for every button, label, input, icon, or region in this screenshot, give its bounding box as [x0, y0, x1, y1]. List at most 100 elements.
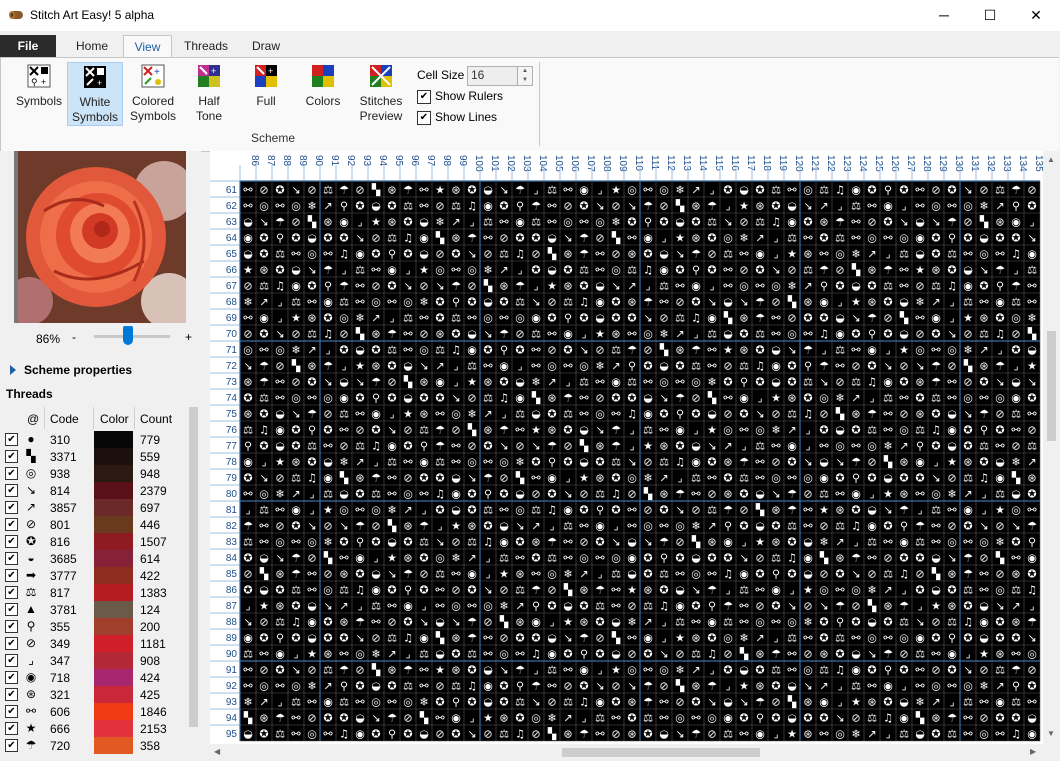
thread-checkbox[interactable]: ✔	[5, 467, 18, 480]
thread-checkbox[interactable]: ✔	[5, 620, 18, 633]
thread-row[interactable]: ✔ ⚖ 817 1383	[0, 584, 186, 601]
scheme-properties-toggle[interactable]: Scheme properties	[24, 363, 132, 377]
thread-checkbox[interactable]: ✔	[5, 484, 18, 497]
stitch-symbol: ⊛	[803, 728, 812, 741]
stitch-symbol: ↘	[707, 296, 716, 309]
show-lines-checkbox[interactable]: ✔	[417, 111, 431, 125]
threads-scrollbar-thumb[interactable]	[189, 407, 198, 727]
stitch-symbol: ⚯	[259, 648, 269, 661]
stitch-symbol: ◎	[771, 472, 781, 485]
scroll-down-arrow[interactable]: ▼	[1047, 729, 1055, 738]
thread-row[interactable]: ✔ ◒ 3685 614	[0, 550, 186, 567]
scroll-left-arrow[interactable]: ◀	[214, 747, 220, 756]
maximize-button[interactable]: ☐	[967, 0, 1013, 31]
stitch-symbol: ⚖	[659, 456, 669, 469]
grid-vertical-scrollbar[interactable]: ▲ ▼	[1043, 151, 1060, 744]
thread-row[interactable]: ✔ ● 310 779	[0, 431, 186, 448]
thread-checkbox[interactable]: ✔	[5, 433, 18, 446]
thread-row[interactable]: ✔ ▲ 3781 124	[0, 601, 186, 618]
col-code-header[interactable]: Code	[50, 412, 79, 426]
thread-checkbox[interactable]: ✔	[5, 586, 18, 599]
thread-checkbox[interactable]: ✔	[5, 671, 18, 684]
stitch-symbol: ⊘	[675, 536, 684, 549]
thread-row[interactable]: ✔ ⊘ 349 1181	[0, 635, 186, 652]
pattern-grid-canvas[interactable]: 86 87 88 89 90 91 92 93 94 95 96 97 98 99 100 101 102 103…	[210, 151, 1043, 744]
stitch-symbol: ◒	[787, 200, 797, 213]
zoom-in-button[interactable]: +	[185, 330, 192, 344]
thread-row[interactable]: ✔ ⚯ 606 1846	[0, 703, 186, 720]
stitch-symbol: ◉	[739, 392, 749, 405]
stitch-symbol: ♫	[291, 616, 301, 629]
tab-threads[interactable]: Threads	[176, 35, 236, 57]
thread-checkbox[interactable]: ✔	[5, 518, 18, 531]
thread-row[interactable]: ✔ ⌟ 347 908	[0, 652, 186, 669]
thread-row[interactable]: ✔ ⊛ 321 425	[0, 686, 186, 703]
half-tone-button[interactable]: + Half Tone	[183, 62, 235, 124]
thread-row[interactable]: ✔ ↘ 814 2379	[0, 482, 186, 499]
scroll-up-arrow[interactable]: ▲	[1047, 155, 1055, 164]
col-color-header[interactable]: Color	[100, 412, 129, 426]
thread-checkbox[interactable]: ✔	[5, 705, 18, 718]
threads-scrollbar[interactable]	[186, 407, 201, 761]
thread-row[interactable]: ✔ ✪ 816 1507	[0, 533, 186, 550]
thread-row[interactable]: ✔ ☂ 720 358	[0, 737, 186, 754]
grid-vertical-scrollbar-thumb[interactable]	[1047, 331, 1056, 441]
scroll-right-arrow[interactable]: ▶	[1030, 747, 1036, 756]
thread-checkbox[interactable]: ✔	[5, 722, 18, 735]
thread-checkbox[interactable]: ✔	[5, 552, 18, 565]
minimize-button[interactable]: ─	[921, 0, 967, 31]
tab-draw[interactable]: Draw	[242, 35, 290, 57]
stitch-symbol: ✪	[435, 392, 444, 405]
thread-checkbox[interactable]: ✔	[5, 688, 18, 701]
close-button[interactable]: ✕	[1013, 0, 1059, 31]
thread-row[interactable]: ✔ ▚ 3371 559	[0, 448, 186, 465]
stitch-symbol: ↘	[259, 216, 268, 229]
zoom-out-button[interactable]: -	[72, 330, 76, 344]
stitch-symbol: ✪	[515, 536, 524, 549]
show-rulers-checkbox[interactable]: ✔	[417, 90, 431, 104]
full-button[interactable]: + Full	[241, 62, 291, 124]
white-symbols-button[interactable]: + White Symbols	[67, 62, 123, 126]
expand-triangle-icon[interactable]	[10, 365, 16, 375]
col-count-header[interactable]: Count	[140, 412, 172, 426]
stitch-symbol: ★	[707, 424, 717, 437]
stitches-preview-button[interactable]: Stitches Preview	[353, 62, 409, 124]
thread-row[interactable]: ✔ ⚲ 355 200	[0, 618, 186, 635]
thread-code: 606	[50, 705, 71, 719]
thread-row[interactable]: ✔ ◎ 938 948	[0, 465, 186, 482]
thread-checkbox[interactable]: ✔	[5, 450, 18, 463]
thread-row[interactable]: ✔ ➡ 3777 422	[0, 567, 186, 584]
thread-row[interactable]: ✔ ◉ 718 424	[0, 669, 186, 686]
thread-checkbox[interactable]: ✔	[5, 654, 18, 667]
stitch-symbol: ⚖	[419, 424, 429, 437]
stitch-symbol: ↘	[835, 456, 844, 469]
thread-checkbox[interactable]: ✔	[5, 535, 18, 548]
thread-checkbox[interactable]: ✔	[5, 603, 18, 616]
grid-horizontal-scrollbar-thumb[interactable]	[562, 748, 760, 757]
cell-size-spinner[interactable]: ▲ ▼	[517, 66, 533, 86]
colored-symbols-button[interactable]: + Colored Symbols	[125, 62, 181, 124]
zoom-slider-thumb[interactable]	[123, 326, 134, 345]
stitch-symbol: ▚	[371, 663, 381, 677]
thread-checkbox[interactable]: ✔	[5, 569, 18, 582]
stitch-symbol: ⚯	[995, 248, 1005, 261]
col-symbol-header[interactable]: @	[27, 412, 39, 426]
colors-button[interactable]: Colors	[299, 62, 347, 124]
stitch-symbol: ⚯	[979, 568, 989, 581]
thread-row[interactable]: ✔ ⊘ 801 446	[0, 516, 186, 533]
thread-checkbox[interactable]: ✔	[5, 501, 18, 514]
pattern-grid[interactable]: 86 87 88 89 90 91 92 93 94 95 96 97 98 99 100 101 102 103…	[210, 151, 1043, 744]
grid-horizontal-scrollbar[interactable]: ◀ ▶	[210, 744, 1043, 761]
thread-row[interactable]: ✔ ★ 666 2153	[0, 720, 186, 737]
stitch-symbol: ◎	[755, 424, 765, 437]
stitch-symbol: ⊘	[1011, 328, 1020, 341]
symbols-button[interactable]: ⚲ + Symbols	[11, 62, 67, 124]
stitch-symbol: ⚖	[963, 696, 973, 709]
stitch-symbol: ★	[483, 712, 493, 725]
tab-home[interactable]: Home	[66, 35, 118, 57]
thread-row[interactable]: ✔ ↗ 3857 697	[0, 499, 186, 516]
tab-file[interactable]: File	[0, 35, 56, 57]
thread-checkbox[interactable]: ✔	[5, 739, 18, 752]
thread-checkbox[interactable]: ✔	[5, 637, 18, 650]
tab-view[interactable]: View	[123, 35, 172, 58]
